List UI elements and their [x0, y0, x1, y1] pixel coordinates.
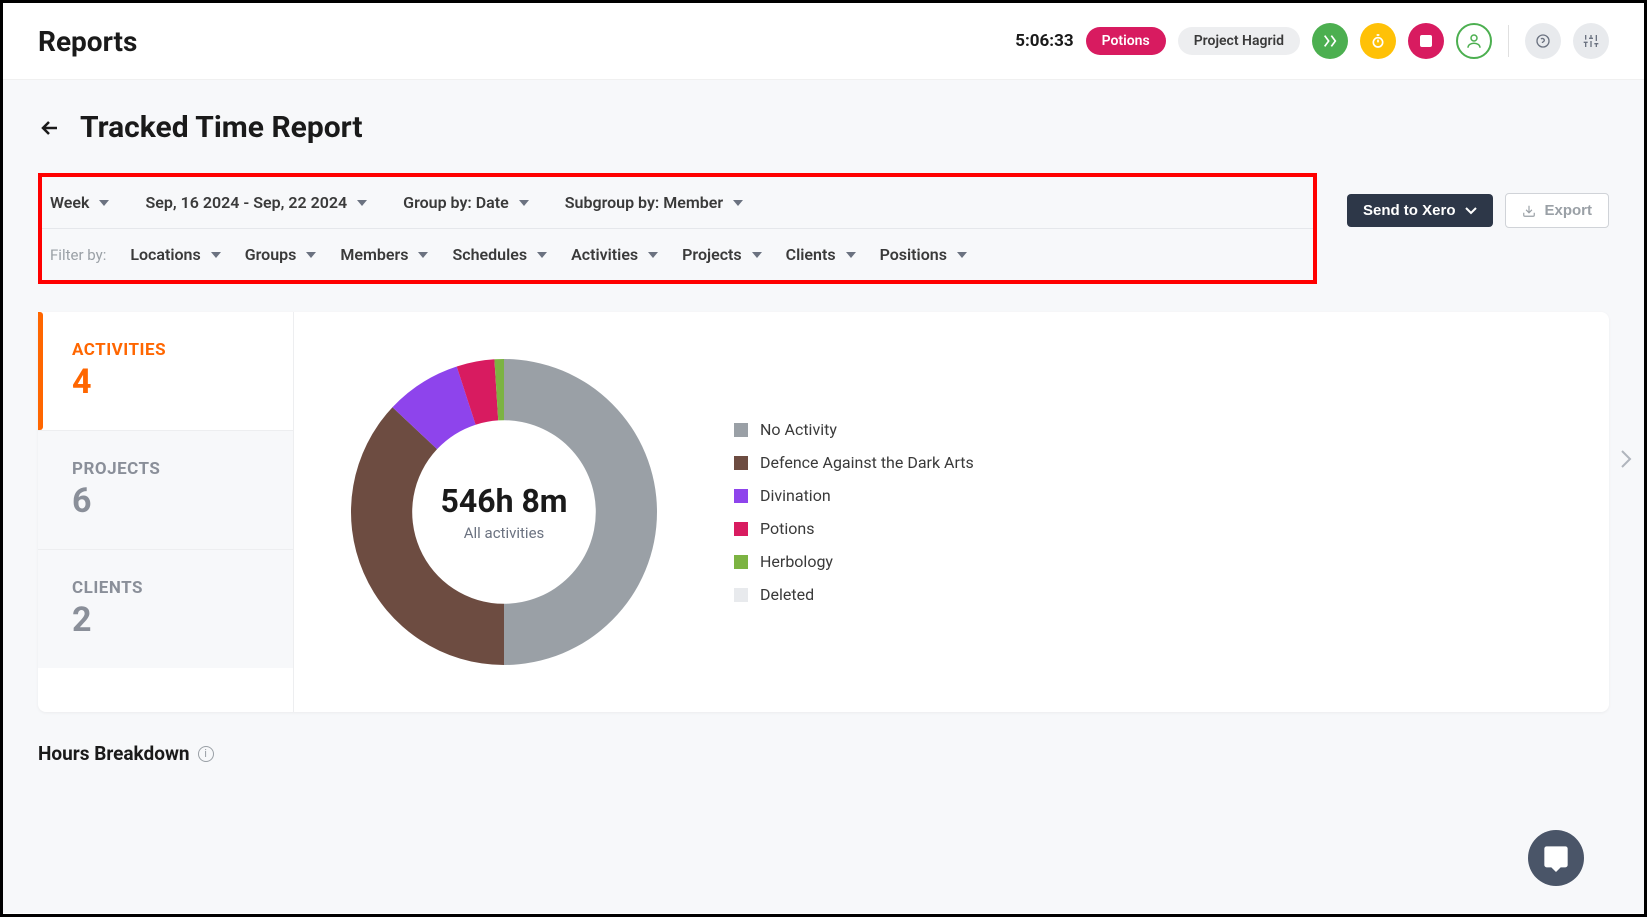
chevron-down-icon [648, 252, 658, 258]
chart-total: 546h 8m [440, 482, 567, 520]
swatch [734, 423, 748, 437]
chevron-down-icon [1465, 207, 1477, 215]
activity-tag[interactable]: Potions [1086, 27, 1166, 55]
period-label: Week [50, 193, 89, 212]
legend-item-divination: Divination [734, 486, 974, 505]
download-icon [1522, 204, 1536, 218]
send-to-xero-button[interactable]: Send to Xero [1347, 194, 1494, 227]
tab-clients[interactable]: CLIENTS 2 [38, 550, 293, 668]
tab-label: CLIENTS [72, 578, 259, 598]
swatch [734, 456, 748, 470]
export-label: Export [1544, 202, 1592, 219]
back-arrow-icon[interactable] [38, 116, 62, 140]
legend-item-defence: Defence Against the Dark Arts [734, 453, 974, 472]
swatch [734, 522, 748, 536]
chart-area: 546h 8m All activities No Activity Defen… [294, 312, 1609, 712]
settings-button[interactable] [1573, 23, 1609, 59]
export-button[interactable]: Export [1505, 193, 1609, 228]
tab-label: ACTIVITIES [72, 340, 259, 360]
group-by-label: Group by: Date [403, 193, 509, 212]
timer: 5:06:33 [1015, 31, 1073, 51]
filter-positions[interactable]: Positions [880, 245, 967, 264]
legend-item-herbology: Herbology [734, 552, 974, 571]
filter-by-label: Filter by: [50, 246, 106, 264]
chevron-down-icon [418, 252, 428, 258]
timer-button[interactable] [1360, 23, 1396, 59]
legend-item-no-activity: No Activity [734, 420, 974, 439]
swatch [734, 489, 748, 503]
play-button[interactable] [1312, 23, 1348, 59]
filter-locations[interactable]: Locations [130, 245, 220, 264]
filter-activities[interactable]: Activities [571, 245, 658, 264]
date-range-dropdown[interactable]: Sep, 16 2024 - Sep, 22 2024 [145, 193, 367, 212]
chevron-down-icon [846, 252, 856, 258]
chart-subtitle: All activities [440, 524, 567, 542]
chevron-down-icon [957, 252, 967, 258]
chevron-down-icon [211, 252, 221, 258]
stop-button[interactable] [1408, 23, 1444, 59]
divider [1508, 25, 1509, 57]
swatch [734, 588, 748, 602]
filters-panel-highlight: Week Sep, 16 2024 - Sep, 22 2024 Group b… [38, 173, 1317, 284]
hours-breakdown-heading: Hours Breakdown i [38, 742, 1609, 765]
side-expand-arrow[interactable] [1620, 449, 1632, 469]
chevron-down-icon [357, 200, 367, 206]
main-content: Tracked Time Report Week Sep, 16 2024 - … [3, 80, 1644, 913]
tabs: ACTIVITIES 4 PROJECTS 6 CLIENTS 2 [38, 312, 294, 712]
filter-schedules[interactable]: Schedules [452, 245, 547, 264]
user-button[interactable] [1456, 23, 1492, 59]
tab-count: 2 [72, 600, 259, 640]
project-tag[interactable]: Project Hagrid [1178, 27, 1300, 55]
subgroup-by-dropdown[interactable]: Subgroup by: Member [565, 193, 743, 212]
legend-item-deleted: Deleted [734, 585, 974, 604]
chevron-down-icon [519, 200, 529, 206]
chevron-down-icon [733, 200, 743, 206]
chart-legend: No Activity Defence Against the Dark Art… [734, 420, 974, 604]
period-dropdown[interactable]: Week [50, 193, 109, 212]
date-range-label: Sep, 16 2024 - Sep, 22 2024 [145, 193, 347, 212]
chevron-down-icon [99, 200, 109, 206]
app-header: Reports 5:06:33 Potions Project Hagrid [3, 3, 1644, 80]
filter-members[interactable]: Members [340, 245, 428, 264]
tab-activities[interactable]: ACTIVITIES 4 [38, 312, 293, 431]
swatch [734, 555, 748, 569]
help-button[interactable] [1525, 23, 1561, 59]
filter-groups[interactable]: Groups [245, 245, 317, 264]
chevron-down-icon [537, 252, 547, 258]
filter-clients[interactable]: Clients [786, 245, 856, 264]
tab-label: PROJECTS [72, 459, 259, 479]
tab-count: 4 [72, 362, 259, 402]
donut-chart: 546h 8m All activities [334, 342, 674, 682]
page-title: Tracked Time Report [80, 110, 363, 145]
legend-item-potions: Potions [734, 519, 974, 538]
group-by-dropdown[interactable]: Group by: Date [403, 193, 529, 212]
chevron-down-icon [306, 252, 316, 258]
chat-widget[interactable] [1528, 830, 1584, 886]
page-heading: Reports [38, 25, 137, 58]
summary-card: ACTIVITIES 4 PROJECTS 6 CLIENTS 2 546h 8… [38, 312, 1609, 712]
filter-projects[interactable]: Projects [682, 245, 762, 264]
info-icon[interactable]: i [198, 746, 214, 762]
tab-count: 6 [72, 481, 259, 521]
subgroup-by-label: Subgroup by: Member [565, 193, 723, 212]
tab-projects[interactable]: PROJECTS 6 [38, 431, 293, 550]
send-to-xero-label: Send to Xero [1363, 202, 1456, 219]
chevron-down-icon [752, 252, 762, 258]
